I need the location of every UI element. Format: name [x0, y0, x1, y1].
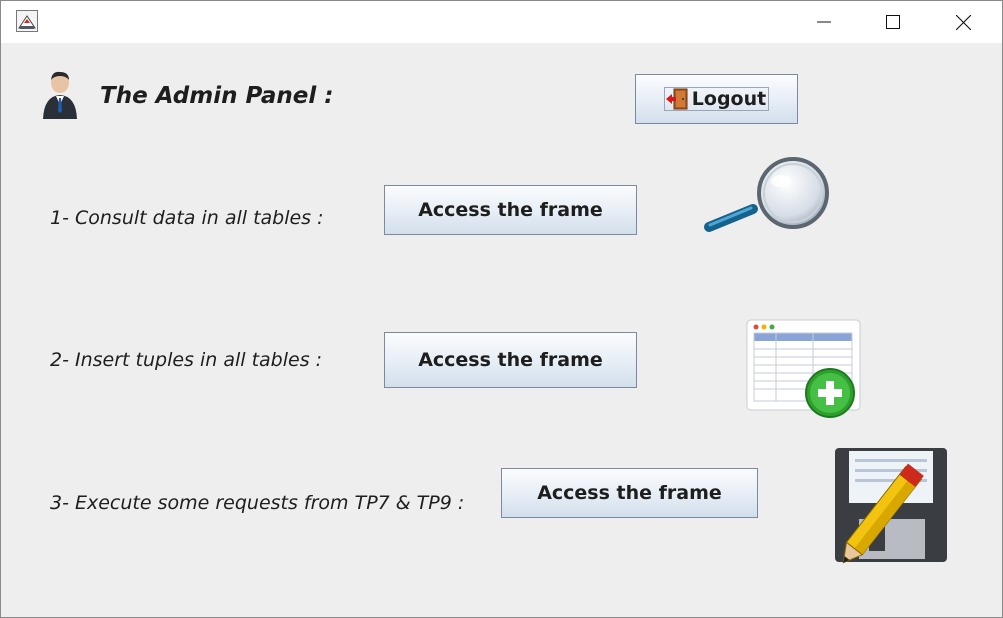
execute-access-button[interactable]: Access the frame [501, 468, 758, 518]
insert-tuples-label: 2- Insert tuples in all tables : [50, 349, 323, 371]
logout-door-icon [665, 88, 688, 110]
logout-label: Logout [691, 88, 767, 110]
admin-panel-window: The Admin Panel : Logout 1- Consult data… [0, 0, 1003, 618]
minimize-icon [817, 21, 831, 23]
close-icon [955, 14, 971, 30]
table-add-icon [746, 319, 861, 418]
save-edit-icon [835, 448, 947, 564]
magnifier-icon [704, 157, 829, 232]
admin-panel-content: The Admin Panel : Logout 1- Consult data… [4, 43, 999, 616]
minimize-button[interactable] [801, 1, 847, 43]
close-button[interactable] [940, 1, 986, 43]
logout-button-inner: Logout [663, 87, 770, 111]
execute-requests-label: 3- Execute some requests from TP7 & TP9 … [50, 492, 465, 514]
consult-access-button[interactable]: Access the frame [384, 185, 637, 235]
maximize-icon [886, 15, 900, 29]
admin-user-icon [43, 71, 77, 119]
consult-data-label: 1- Consult data in all tables : [50, 207, 324, 229]
page-title: The Admin Panel : [100, 83, 334, 109]
logout-button[interactable]: Logout [635, 74, 798, 124]
title-bar[interactable] [1, 1, 1002, 43]
java-app-icon [16, 10, 38, 32]
maximize-button[interactable] [870, 1, 916, 43]
insert-access-button[interactable]: Access the frame [384, 332, 637, 388]
